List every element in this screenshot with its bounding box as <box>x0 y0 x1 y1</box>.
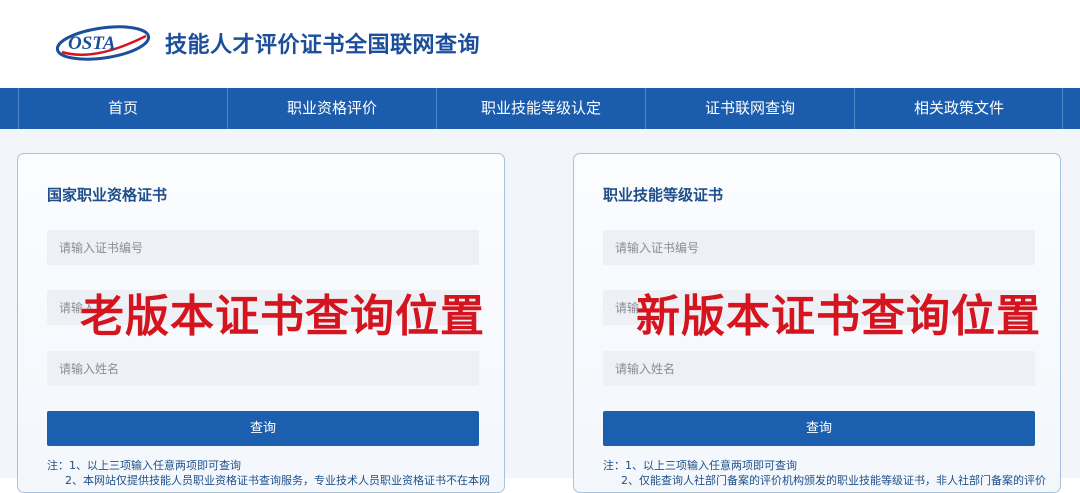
certificate-number-input[interactable] <box>47 230 479 265</box>
card-title: 国家职业资格证书 <box>47 186 168 204</box>
note-line-1: 注：1、以上三项输入任意两项即可查询 <box>603 459 797 472</box>
note-line-2: 2、仅能查询人社部门备案的评价机构颁发的职业技能等级证书，非人社部门备案的评价 <box>621 474 1046 487</box>
main-nav: 首页 职业资格评价 职业技能等级认定 证书联网查询 相关政策文件 <box>0 88 1080 129</box>
new-version-annotation: 新版本证书查询位置 <box>636 291 1041 342</box>
site-header: OSTA 技能人才评价证书全国联网查询 <box>0 0 1080 88</box>
note-line-1: 注：1、以上三项输入任意两项即可查询 <box>47 459 241 472</box>
nav-item-qualification-evaluation[interactable]: 职业资格评价 <box>227 88 436 129</box>
name-input[interactable] <box>47 351 479 386</box>
query-button[interactable]: 查询 <box>47 411 479 446</box>
osta-logo-icon[interactable]: OSTA <box>54 22 152 64</box>
logo-text: OSTA <box>68 33 116 54</box>
nav-divider <box>1062 88 1063 129</box>
nav-item-certificate-query[interactable]: 证书联网查询 <box>645 88 854 129</box>
name-input[interactable] <box>603 351 1035 386</box>
site-title: 技能人才评价证书全国联网查询 <box>165 33 481 58</box>
nav-item-policy-documents[interactable]: 相关政策文件 <box>854 88 1063 129</box>
certificate-number-input[interactable] <box>603 230 1035 265</box>
query-button[interactable]: 查询 <box>603 411 1035 446</box>
old-version-annotation: 老版本证书查询位置 <box>80 291 485 342</box>
nav-item-skill-level-certification[interactable]: 职业技能等级认定 <box>436 88 645 129</box>
card-title: 职业技能等级证书 <box>603 186 724 204</box>
nav-item-home[interactable]: 首页 <box>18 88 227 129</box>
note-line-2: 2、本网站仅提供技能人员职业资格证书查询服务，专业技术人员职业资格证书不在本网 <box>65 474 490 487</box>
